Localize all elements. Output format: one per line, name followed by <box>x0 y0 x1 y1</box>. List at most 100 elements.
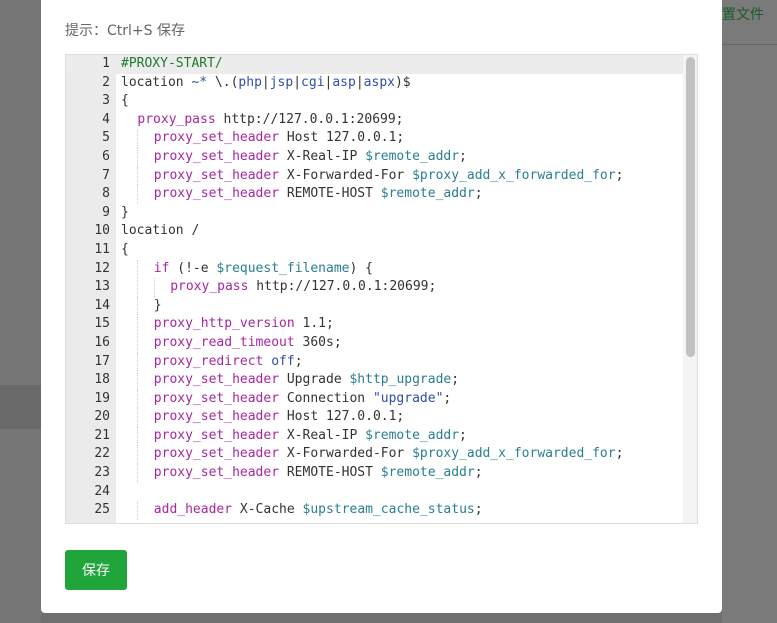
line-code: proxy_set_header X-Real-IP $remote_addr; <box>154 148 467 167</box>
code-line[interactable]: 16 proxy_read_timeout 360s; <box>66 333 683 353</box>
code-lines[interactable]: 1 #PROXY-START/2 location ~* \.(php|jsp|cg… <box>66 55 683 520</box>
code-token: ; <box>615 167 624 183</box>
code-token: proxy_set_header <box>153 167 280 183</box>
code-line[interactable]: 17 proxy_redirect off; <box>66 352 683 372</box>
indent-guide <box>137 315 139 334</box>
line-number: 7 <box>102 167 110 183</box>
code-token: if <box>153 260 170 276</box>
indent-guide <box>137 389 139 409</box>
code-token: $remote_addr <box>380 186 475 202</box>
code-line[interactable]: 10 location / <box>66 222 683 241</box>
code-token: ; <box>459 148 467 164</box>
code-token: 360s; <box>294 334 342 350</box>
backdrop-right <box>722 0 777 623</box>
backdrop-left <box>0 0 41 623</box>
code-line[interactable]: 25 add_header X-Cache $upstream_cache_sta… <box>66 501 683 520</box>
code-line[interactable]: 2 location ~* \.(php|jsp|cgi|asp|aspx)$ <box>66 74 683 93</box>
code-line[interactable]: 7 proxy_set_header X-Forwarded-For $proxy… <box>66 166 683 186</box>
scrollbar-thumb[interactable] <box>686 57 695 357</box>
line-number: 20 <box>94 409 110 425</box>
line-code: proxy_set_header Host 127.0.0.1; <box>154 129 404 148</box>
code-line[interactable]: 8 proxy_set_header REMOTE-HOST $remote_ad… <box>66 185 683 204</box>
code-line[interactable]: 18 proxy_set_header Upgrade $http_upgrade… <box>66 371 683 390</box>
code-token: ; <box>443 390 452 406</box>
code-line[interactable]: 4 proxy_pass http://127.0.0.1:20699; <box>66 111 683 130</box>
code-line[interactable]: 23 proxy_set_header REMOTE-HOST $remote_a… <box>66 464 683 483</box>
code-line[interactable]: 20 proxy_set_header Host 127.0.0.1; <box>66 408 683 427</box>
code-token: cgi <box>301 74 325 90</box>
line-code: location / <box>121 222 199 241</box>
code-line[interactable]: 6 proxy_set_header X-Real-IP $remote_addr… <box>66 147 683 167</box>
code-token: http://127.0.0.1:20699; <box>248 279 437 295</box>
indent-guide <box>137 408 139 427</box>
code-line[interactable]: 21 proxy_set_header X-Real-IP $remote_add… <box>66 426 683 446</box>
line-code: proxy_set_header REMOTE-HOST $remote_add… <box>154 185 483 204</box>
code-token: php <box>238 74 262 90</box>
code-line[interactable]: 11 { <box>66 241 683 260</box>
code-line[interactable]: 15 proxy_http_version 1.1; <box>66 315 683 334</box>
line-code: { <box>121 241 129 260</box>
indent-guide <box>137 426 139 446</box>
line-code: proxy_pass http://127.0.0.1:20699; <box>137 111 403 130</box>
save-hint: 提示：Ctrl+S 保存 <box>65 23 185 39</box>
code-token: proxy_set_header <box>153 130 280 146</box>
line-number: 18 <box>94 372 110 388</box>
code-token: proxy_pass <box>137 111 216 127</box>
line-number: 17 <box>94 353 110 369</box>
line-code: proxy_set_header X-Forwarded-For $proxy_… <box>154 445 624 464</box>
line-code: proxy_http_version 1.1; <box>154 315 334 334</box>
code-token: proxy_pass <box>170 279 249 295</box>
line-number: 23 <box>94 465 110 481</box>
code-token: $upstream_cache_status <box>302 502 475 518</box>
code-token: ; <box>474 502 483 518</box>
line-number: 16 <box>94 334 110 350</box>
line-number: 6 <box>102 148 110 164</box>
code-token: ~* <box>191 74 208 90</box>
code-line[interactable]: 13 proxy_pass http://127.0.0.1:20699; <box>66 278 683 297</box>
code-token: "upgrade" <box>372 390 444 406</box>
code-token: add_header <box>153 502 233 518</box>
code-line[interactable]: 22 proxy_set_header X-Forwarded-For $prox… <box>66 445 683 465</box>
editor-scrollbar[interactable] <box>683 55 697 523</box>
code-line[interactable]: 5 proxy_set_header Host 127.0.0.1; <box>66 129 683 148</box>
indent-guide <box>153 278 155 297</box>
code-editor[interactable]: 1 #PROXY-START/2 location ~* \.(php|jsp|cg… <box>65 54 698 524</box>
code-line[interactable]: 24 <box>66 483 683 502</box>
line-code: add_header X-Cache $upstream_cache_statu… <box>154 501 483 520</box>
code-token: { <box>121 241 129 257</box>
code-line[interactable]: 9} <box>66 204 683 223</box>
code-line[interactable]: 19 proxy_set_header Connection "upgrade"; <box>66 389 683 409</box>
config-dialog: 提示：Ctrl+S 保存 1 #PROXY-START/2 location ~* … <box>41 0 722 613</box>
line-code: { <box>121 92 129 111</box>
code-token: asp <box>332 74 356 90</box>
code-token: ; <box>615 446 624 462</box>
indent-guide <box>137 166 139 186</box>
line-code: proxy_redirect off; <box>154 353 303 372</box>
code-line[interactable]: 12 if (!-e $request_filename) { <box>66 259 683 279</box>
line-code: proxy_set_header REMOTE-HOST $remote_add… <box>154 464 483 483</box>
line-code: } <box>121 204 129 223</box>
code-line[interactable]: 3{ <box>66 92 683 111</box>
line-code: proxy_set_header Connection "upgrade"; <box>154 390 451 409</box>
code-token: aspx <box>363 74 395 90</box>
line-code: proxy_set_header X-Forwarded-For $proxy_… <box>154 167 624 186</box>
code-token: | <box>293 74 302 90</box>
code-token: proxy_set_header <box>153 186 280 202</box>
code-token: )$ <box>394 74 411 90</box>
code-line[interactable]: 14} <box>66 296 683 316</box>
code-token: $remote_addr <box>365 148 460 164</box>
code-token: ) { <box>349 260 373 276</box>
code-token: ; <box>474 465 483 481</box>
line-number: 8 <box>102 186 110 202</box>
indent-guide <box>137 278 139 297</box>
code-token: | <box>355 74 364 90</box>
code-token: Host 127.0.0.1; <box>279 130 405 146</box>
line-number: 15 <box>94 316 110 332</box>
code-line[interactable]: 1 #PROXY-START/ <box>66 55 683 74</box>
code-token: proxy_http_version <box>153 316 295 332</box>
indent-guide <box>137 147 139 167</box>
code-token: ; <box>451 372 460 388</box>
line-number: 13 <box>94 279 110 295</box>
line-number: 1 <box>102 56 110 71</box>
save-button[interactable]: 保存 <box>65 550 127 590</box>
